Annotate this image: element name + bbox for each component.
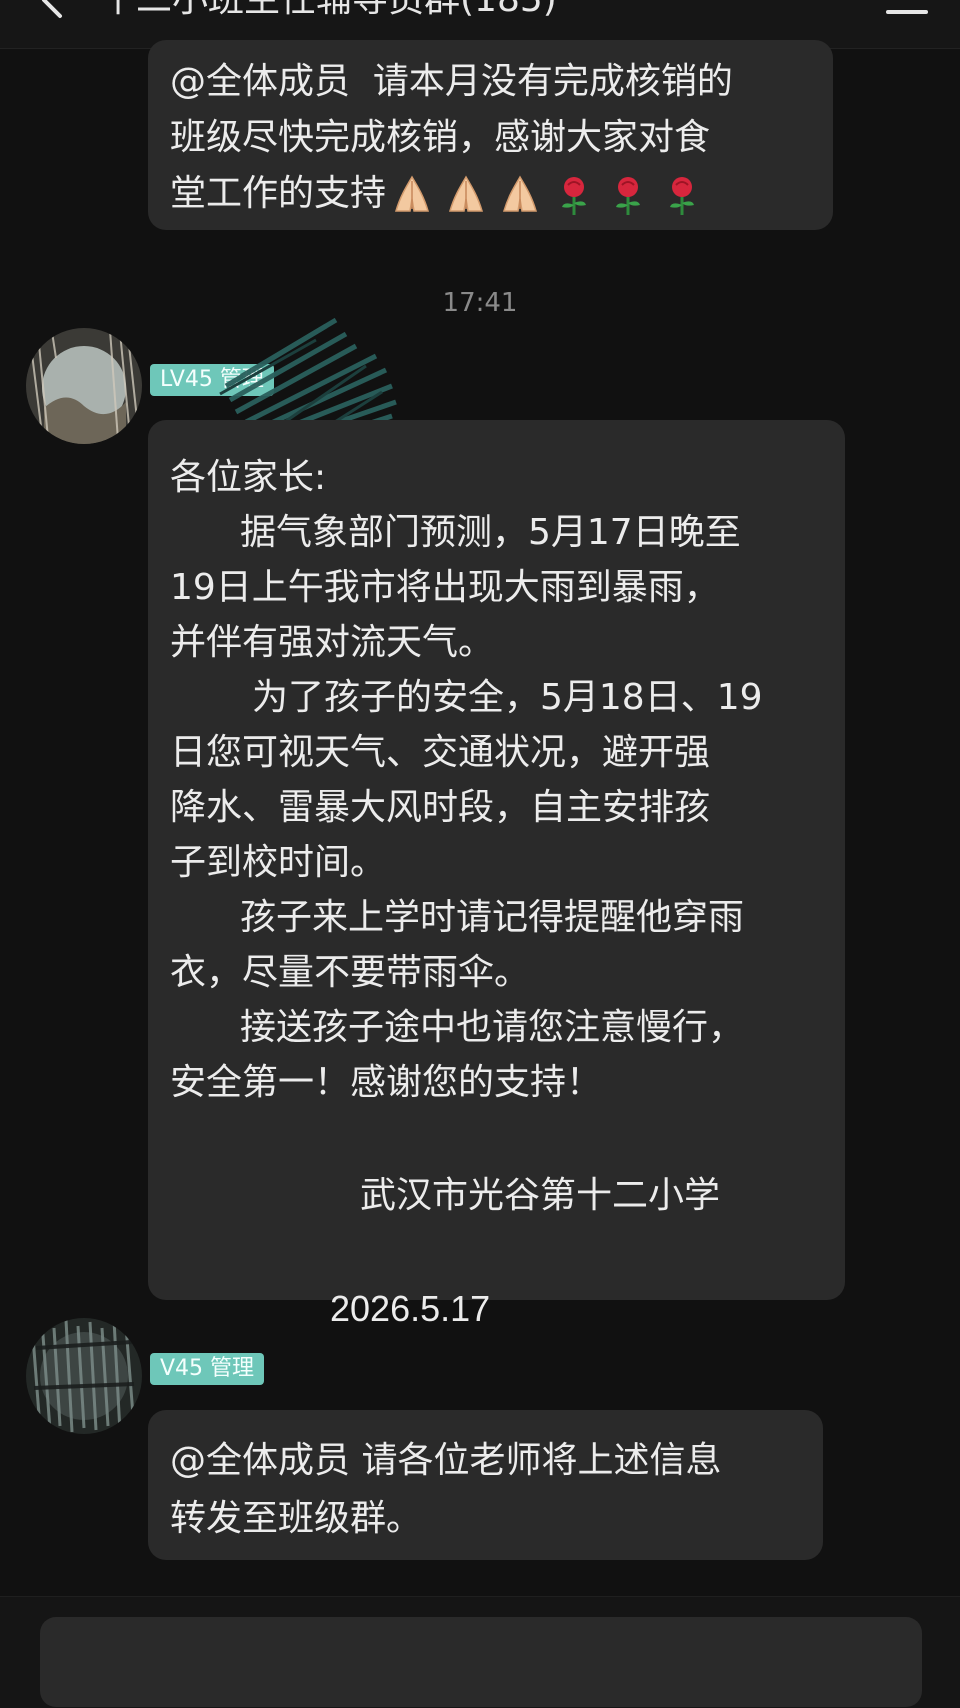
message-bubble[interactable]: 各位家长: 据气象部门预测，5月17日晚至 19日上午我市将出现大雨到暴雨， 并… (148, 420, 845, 1329)
chat-title: 十二小班主任辅导员群(185) (100, 0, 820, 22)
hamburger-menu-icon[interactable] (884, 0, 930, 24)
notice-signature: 武汉市光谷第十二小学 (360, 1175, 721, 1216)
message-line: 堂工作的支持 (170, 173, 387, 214)
avatar[interactable] (26, 1318, 142, 1434)
notice-line: 19日上午我市将出现大雨到暴雨， (170, 567, 720, 608)
notice-greeting: 各位家长: (170, 457, 327, 498)
notice-line: 据气象部门预测，5月17日晚至 (240, 512, 741, 553)
notice-line: 接送孩子途中也请您注意慢行， (240, 1007, 745, 1048)
folded-hands-icon (444, 173, 488, 217)
notice-line: 安全第一！感谢您的支持！ (170, 1062, 603, 1103)
message-timestamp: 17:41 (442, 288, 518, 318)
notice-line: 为了孩子的安全，5月18日、19 (252, 677, 763, 718)
message-bubble[interactable]: @全体成员 请本月没有完成核销的 班级尽快完成核销，感谢大家对食 堂工作的支持 (148, 40, 833, 230)
message-line: 班级尽快完成核销，感谢大家对食 (170, 117, 711, 158)
message-line: @全体成员 请各位老师将上述信息 (170, 1440, 722, 1481)
avatar[interactable] (26, 328, 142, 444)
notice-line: 子到校时间。 (170, 842, 387, 883)
notice-line: 降水、雷暴大风时段，自主安排孩 (170, 787, 711, 828)
notice-line: 衣，尽量不要带雨伞。 (170, 952, 531, 993)
composer-bar (0, 1596, 960, 1708)
rose-icon (552, 173, 596, 217)
notice-line: 并伴有强对流天气。 (170, 622, 495, 663)
level-badge: V45 管理 (150, 1353, 265, 1385)
message-line-with-emoji: 堂工作的支持 (170, 166, 811, 222)
message-input[interactable] (40, 1617, 922, 1707)
chevron-left-icon[interactable] (30, 0, 74, 22)
notice-line: 日您可视天气、交通状况，避开强 (170, 732, 711, 773)
message-line: 转发至班级群。 (170, 1498, 423, 1539)
notice-line: 孩子来上学时请记得提醒他穿雨 (240, 897, 745, 938)
rose-icon (660, 173, 704, 217)
folded-hands-icon (498, 173, 542, 217)
emoji-row (390, 173, 704, 217)
rose-icon (606, 173, 650, 217)
message-bubble[interactable]: @全体成员 请各位老师将上述信息 转发至班级群。 (148, 1410, 823, 1560)
folded-hands-icon (390, 173, 434, 217)
notice-date: 2026.5.17 (330, 1288, 491, 1329)
message-line: @全体成员 请本月没有完成核销的 (170, 61, 733, 102)
